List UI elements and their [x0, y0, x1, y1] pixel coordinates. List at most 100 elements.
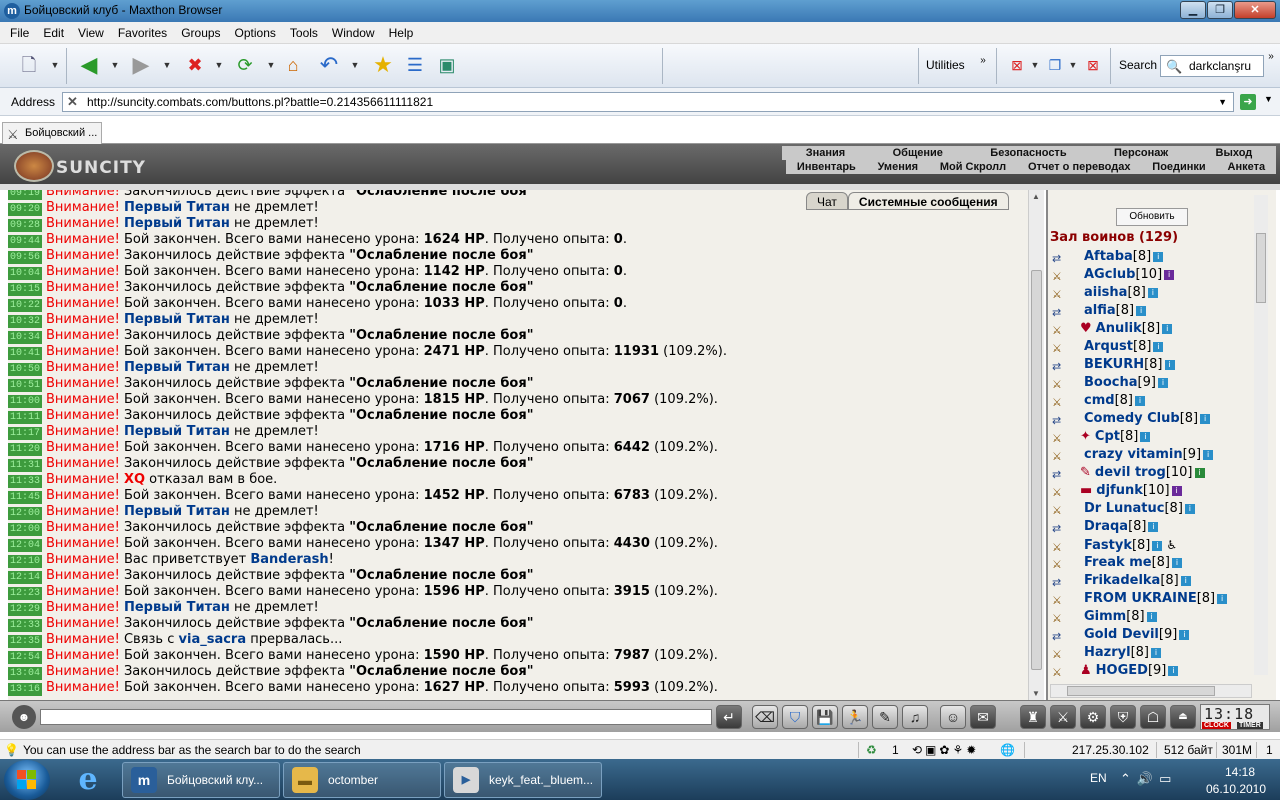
nav-duels[interactable]: Поединки — [1152, 160, 1205, 174]
user-name[interactable]: Draqa — [1084, 519, 1128, 534]
timestamp[interactable]: 12:54 — [8, 651, 43, 664]
go-dropdown-icon[interactable]: ▼ — [1264, 94, 1273, 104]
maximize-button[interactable]: ❐ — [1207, 1, 1233, 19]
clock-date[interactable]: 06.10.2010 — [1204, 782, 1268, 796]
status-icons[interactable]: ⟲▣✿⚘✹ — [912, 743, 979, 757]
new-page-icon[interactable]: 🗋 — [16, 52, 42, 78]
timestamp[interactable]: 12:00 — [8, 523, 43, 536]
menu-window[interactable]: Window — [332, 26, 375, 40]
fight-icon[interactable]: ⚔ — [1052, 646, 1072, 661]
info-icon[interactable]: i — [1168, 665, 1179, 676]
undo-icon[interactable]: ↶ — [316, 52, 342, 78]
tab-chat[interactable]: Чат — [806, 192, 848, 210]
chat-scrollbar[interactable]: ▲ ▼ — [1028, 190, 1044, 700]
fight-icon[interactable]: ⚔ — [1052, 340, 1072, 355]
timestamp[interactable]: 11:33 — [8, 475, 43, 488]
close-button[interactable]: ✕ — [1234, 1, 1276, 19]
user-name[interactable]: Boocha — [1084, 375, 1138, 390]
user-name[interactable]: crazy vitamin — [1084, 447, 1183, 462]
menu-view[interactable]: View — [78, 26, 104, 40]
tab-system-messages[interactable]: Системные сообщения — [847, 192, 1009, 210]
user-name[interactable]: BEKURH — [1084, 357, 1144, 372]
menu-edit[interactable]: Edit — [43, 26, 64, 40]
info-icon[interactable]: i — [1147, 287, 1158, 298]
timestamp[interactable]: 12:14 — [8, 571, 43, 584]
timestamp[interactable]: 09:56 — [8, 251, 43, 264]
scroll-thumb[interactable] — [1256, 233, 1266, 303]
info-icon[interactable]: i — [1164, 359, 1175, 370]
back-dropdown-icon[interactable]: ▼ — [110, 52, 120, 78]
fight-icon[interactable]: ⚔ — [1052, 376, 1072, 391]
timestamp[interactable]: 12:00 — [8, 507, 43, 520]
exit-icon[interactable]: ⏏ — [1170, 705, 1196, 729]
user-name[interactable]: Arqust — [1084, 339, 1133, 354]
timestamp[interactable]: 11:31 — [8, 459, 43, 472]
info-icon[interactable]: i — [1153, 341, 1164, 352]
timestamp[interactable]: 11:45 — [8, 491, 43, 504]
scroll-thumb[interactable] — [1067, 686, 1215, 696]
restore-icon[interactable]: ❐ — [1042, 52, 1068, 78]
taskbar-app-browser[interactable]: m Бойцовский клу... — [122, 762, 280, 798]
start-button[interactable] — [4, 760, 50, 800]
fight-icon[interactable]: ⚔ — [1052, 286, 1072, 301]
go-icon[interactable]: ➜ — [1240, 94, 1256, 110]
timestamp[interactable]: 12:29 — [8, 603, 43, 616]
fight-icon[interactable]: ⚔ — [1052, 322, 1072, 337]
forward-icon[interactable]: ▶ — [128, 52, 154, 78]
nickname-link[interactable]: Первый Титан — [124, 216, 230, 231]
timestamp[interactable]: 09:20 — [8, 203, 43, 216]
filter-icon[interactable]: ⛉ — [782, 705, 808, 729]
user-name[interactable]: FROM UKRAINE — [1084, 591, 1197, 606]
minimize-button[interactable]: ▁ — [1180, 1, 1206, 19]
timestamp[interactable]: 11:17 — [8, 427, 43, 440]
clock-time[interactable]: 14:18 — [1212, 765, 1268, 779]
scroll-thumb[interactable] — [1031, 270, 1042, 670]
menu-options[interactable]: Options — [235, 26, 276, 40]
fight-icon[interactable]: ⚔ — [1052, 448, 1072, 463]
taskbar-app-folder[interactable]: ▬ octomber — [283, 762, 441, 798]
timestamp[interactable]: 10:32 — [8, 315, 43, 328]
fight-icon[interactable]: ⚔ — [1052, 592, 1072, 607]
sound-icon[interactable]: ♫ — [902, 705, 928, 729]
info-icon[interactable]: i — [1203, 449, 1214, 460]
nav-security[interactable]: Безопасность — [990, 146, 1066, 160]
info-icon[interactable]: i — [1217, 593, 1228, 604]
user-name[interactable]: Hazryl — [1084, 645, 1131, 660]
user-name[interactable]: Gold Devil — [1084, 627, 1159, 642]
pencil-icon[interactable]: ✎ — [872, 705, 898, 729]
running-man-icon[interactable]: 🏃 — [842, 705, 868, 729]
globe-icon[interactable]: 🌐 — [1000, 743, 1015, 757]
undo-dropdown-icon[interactable]: ▼ — [350, 52, 360, 78]
info-icon[interactable]: i — [1148, 521, 1159, 532]
panel-hscrollbar[interactable] — [1050, 684, 1252, 698]
timestamp[interactable]: 10:15 — [8, 283, 43, 296]
utilities-label[interactable]: Utilities — [926, 58, 965, 72]
back-icon[interactable]: ◀ — [76, 52, 102, 78]
search-input[interactable]: 🔍 darkclanşru — [1160, 55, 1264, 77]
timestamp[interactable]: 10:51 — [8, 379, 43, 392]
new-dropdown-icon[interactable]: ▼ — [50, 52, 60, 78]
tray-icons[interactable]: ⌃🔊▭ — [1120, 771, 1177, 787]
timestamp[interactable]: 09:19 — [8, 190, 43, 200]
nickname-link[interactable]: Banderash — [250, 552, 328, 567]
nickname-link[interactable]: Первый Титан — [124, 360, 230, 375]
chat-bubble-icon[interactable]: ✉ — [970, 705, 996, 729]
nav-my-scroll[interactable]: Мой Скролл — [940, 160, 1006, 174]
fight-icon[interactable]: ⚔ — [1052, 430, 1072, 445]
info-icon[interactable]: i — [1146, 611, 1157, 622]
private-message-icon[interactable]: ⇄ — [1052, 304, 1072, 319]
save-icon[interactable]: 💾 — [812, 705, 838, 729]
user-name[interactable]: Aftaba — [1084, 249, 1133, 264]
stop-dropdown-icon[interactable]: ▼ — [214, 52, 224, 78]
nickname-link[interactable]: via_sacra — [179, 632, 247, 647]
timestamp[interactable]: 10:22 — [8, 299, 43, 312]
user-name[interactable]: aiisha — [1084, 285, 1127, 300]
user-name[interactable]: devil trog — [1095, 465, 1166, 480]
timestamp[interactable]: 11:00 — [8, 395, 43, 408]
info-icon[interactable]: i — [1150, 647, 1161, 658]
user-name[interactable]: Comedy Club — [1084, 411, 1180, 426]
user-name[interactable]: Gimm — [1084, 609, 1126, 624]
nav-transfers-report[interactable]: Отчет о переводах — [1028, 160, 1131, 174]
gear-icon[interactable]: ⚙ — [1080, 705, 1106, 729]
info-icon[interactable]: i — [1134, 395, 1145, 406]
